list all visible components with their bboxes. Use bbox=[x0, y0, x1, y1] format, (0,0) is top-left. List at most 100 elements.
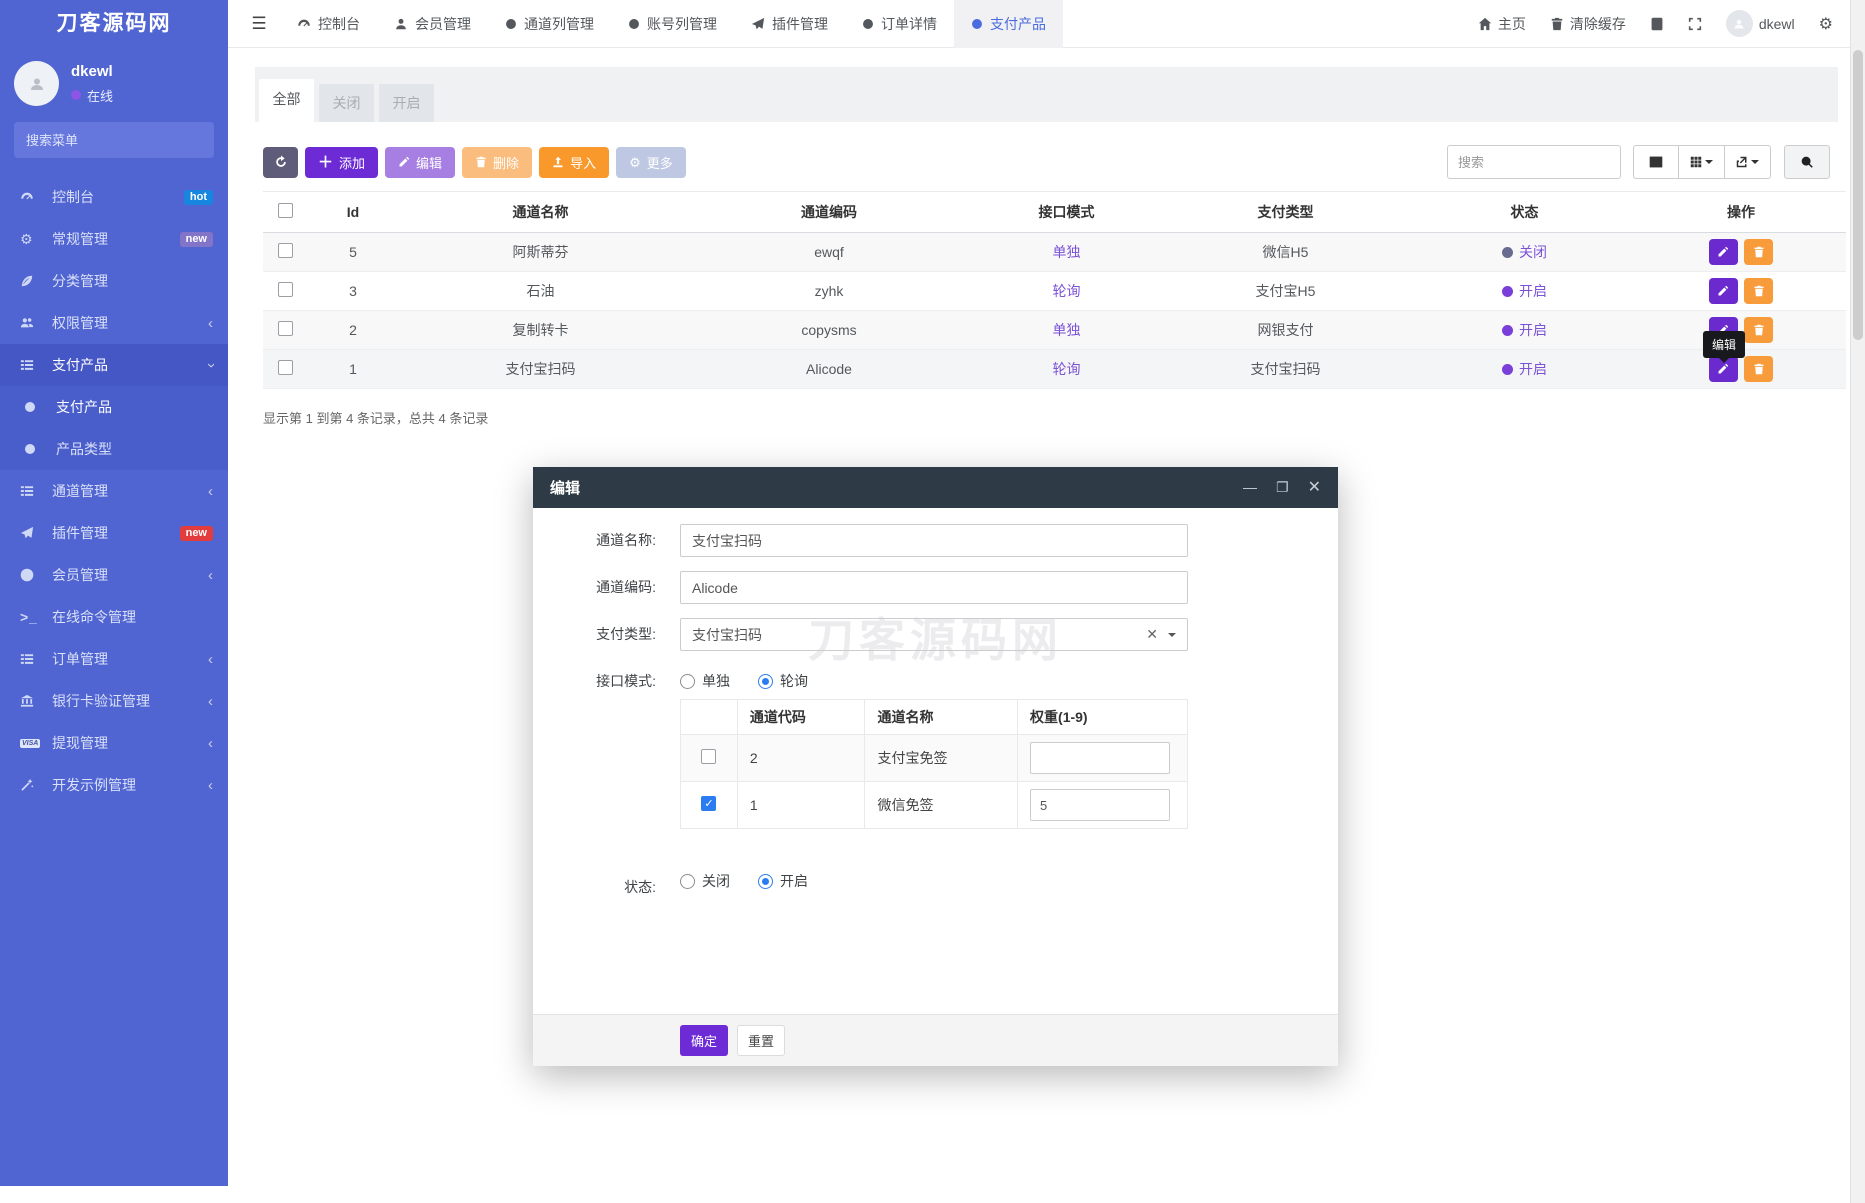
edit-button[interactable]: 编辑 bbox=[385, 147, 455, 178]
row-delete-button[interactable] bbox=[1744, 317, 1773, 343]
hamburger-icon[interactable]: ☰ bbox=[238, 14, 280, 34]
detail-view-button[interactable] bbox=[1633, 145, 1679, 179]
sub-row-checkbox[interactable] bbox=[701, 749, 716, 764]
menu-search[interactable] bbox=[14, 122, 214, 158]
close-icon[interactable]: ✕ bbox=[1308, 480, 1321, 496]
sidebar-item-category[interactable]: 分类管理 bbox=[0, 260, 228, 302]
sidebar-item-members[interactable]: 会员管理 ‹ bbox=[0, 554, 228, 596]
row-checkbox[interactable] bbox=[278, 282, 293, 297]
sidebar-item-payment-products-sub[interactable]: 支付产品 bbox=[0, 386, 228, 428]
sidebar-item-withdrawals[interactable]: VISA 提现管理 ‹ bbox=[0, 722, 228, 764]
sidebar-item-channels[interactable]: 通道管理 ‹ bbox=[0, 470, 228, 512]
menu-search-input[interactable] bbox=[26, 133, 202, 148]
clear-icon[interactable]: ✕ bbox=[1146, 626, 1158, 643]
mode-link[interactable]: 单独 bbox=[1053, 322, 1081, 338]
weight-input[interactable] bbox=[1030, 742, 1170, 774]
sidebar-item-online-commands[interactable]: >_ 在线命令管理 bbox=[0, 596, 228, 638]
sidebar-item-label: 支付产品 bbox=[56, 397, 112, 417]
col-header-mode[interactable]: 接口模式 bbox=[975, 192, 1158, 233]
col-header-status[interactable]: 状态 bbox=[1413, 192, 1636, 233]
topnav-plugins[interactable]: 插件管理 bbox=[734, 0, 845, 48]
topnav-dashboard[interactable]: 控制台 bbox=[280, 0, 377, 48]
mode-link[interactable]: 单独 bbox=[1053, 244, 1081, 260]
sidebar-item-dev-examples[interactable]: 开发示例管理 ‹ bbox=[0, 764, 228, 806]
modal-header[interactable]: 编辑 — ❐ ✕ bbox=[533, 467, 1338, 508]
mode-link[interactable]: 轮询 bbox=[1053, 283, 1081, 299]
channel-code-input[interactable] bbox=[680, 571, 1188, 604]
col-header-id[interactable]: Id bbox=[308, 192, 398, 233]
sidebar-item-general[interactable]: ⚙ 常规管理 new bbox=[0, 218, 228, 260]
import-button[interactable]: 导入 bbox=[539, 147, 609, 178]
radio-icon[interactable] bbox=[680, 874, 695, 889]
clear-cache-button[interactable]: 清除缓存 bbox=[1550, 14, 1626, 34]
radio-icon[interactable] bbox=[680, 674, 695, 689]
row-delete-button[interactable] bbox=[1744, 239, 1773, 265]
sidebar-item-plugins[interactable]: 插件管理 new bbox=[0, 512, 228, 554]
status-option-open[interactable]: 开启 bbox=[758, 871, 808, 891]
app-logo: 刀客源码网 bbox=[0, 0, 228, 48]
status-badge[interactable]: 开启 bbox=[1502, 281, 1547, 301]
search-button[interactable] bbox=[1784, 145, 1830, 179]
status-badge[interactable]: 关闭 bbox=[1502, 242, 1547, 262]
col-header-code[interactable]: 通道编码 bbox=[683, 192, 975, 233]
delete-button[interactable]: 删除 bbox=[462, 147, 532, 178]
maximize-icon[interactable]: ❐ bbox=[1276, 480, 1289, 496]
pay-type-select[interactable]: 支付宝扫码 ✕ bbox=[680, 618, 1188, 651]
docs-button[interactable] bbox=[1650, 17, 1664, 31]
select-all-checkbox[interactable] bbox=[278, 203, 293, 218]
row-checkbox[interactable] bbox=[278, 243, 293, 258]
topnav-payment-products[interactable]: 支付产品 bbox=[954, 0, 1063, 48]
row-checkbox[interactable] bbox=[278, 321, 293, 336]
row-edit-button[interactable] bbox=[1709, 278, 1738, 304]
radio-icon[interactable] bbox=[758, 674, 773, 689]
topnav-account-list[interactable]: 账号列管理 bbox=[611, 0, 734, 48]
more-button[interactable]: ⚙更多 bbox=[616, 147, 686, 178]
status-option-closed[interactable]: 关闭 bbox=[680, 871, 730, 891]
channel-name-input[interactable] bbox=[680, 524, 1188, 557]
home-button[interactable]: 主页 bbox=[1478, 14, 1526, 34]
status-badge[interactable]: 开启 bbox=[1502, 359, 1547, 379]
scrollbar-thumb[interactable] bbox=[1853, 50, 1863, 340]
sidebar-item-orders[interactable]: 订单管理 ‹ bbox=[0, 638, 228, 680]
user-menu[interactable]: dkewl bbox=[1726, 10, 1795, 37]
tab-closed[interactable]: 关闭 bbox=[319, 84, 374, 122]
tab-all[interactable]: 全部 bbox=[259, 79, 314, 122]
radio-icon[interactable] bbox=[758, 874, 773, 889]
col-header-type[interactable]: 支付类型 bbox=[1158, 192, 1413, 233]
refresh-icon bbox=[274, 155, 288, 169]
row-checkbox[interactable] bbox=[278, 360, 293, 375]
row-delete-button[interactable] bbox=[1744, 356, 1773, 382]
export-button[interactable] bbox=[1725, 145, 1771, 179]
avatar[interactable] bbox=[14, 61, 59, 106]
fullscreen-button[interactable] bbox=[1688, 17, 1702, 31]
refresh-button[interactable] bbox=[263, 147, 298, 178]
row-delete-button[interactable] bbox=[1744, 278, 1773, 304]
sidebar-item-bankcard-verify[interactable]: 银行卡验证管理 ‹ bbox=[0, 680, 228, 722]
table-search-input[interactable] bbox=[1447, 145, 1621, 179]
confirm-button[interactable]: 确定 bbox=[680, 1025, 728, 1056]
sidebar-item-permissions[interactable]: 权限管理 ‹ bbox=[0, 302, 228, 344]
col-header-name[interactable]: 通道名称 bbox=[398, 192, 683, 233]
topnav-order-detail[interactable]: 订单详情 bbox=[845, 0, 954, 48]
reset-button[interactable]: 重置 bbox=[737, 1025, 785, 1056]
mode-option-single[interactable]: 单独 bbox=[680, 671, 730, 691]
tab-open[interactable]: 开启 bbox=[379, 84, 434, 122]
sub-row-checkbox[interactable] bbox=[701, 796, 716, 811]
row-edit-button[interactable] bbox=[1709, 239, 1738, 265]
sidebar-item-dashboard[interactable]: 控制台 hot bbox=[0, 176, 228, 218]
topnav-channel-list[interactable]: 通道列管理 bbox=[488, 0, 611, 48]
weight-input[interactable] bbox=[1030, 789, 1170, 821]
settings-gear-icon[interactable]: ⚙ bbox=[1819, 14, 1833, 34]
minimize-icon[interactable]: — bbox=[1243, 480, 1257, 496]
list-icon bbox=[20, 652, 44, 666]
status-badge[interactable]: 开启 bbox=[1502, 320, 1547, 340]
mode-link[interactable]: 轮询 bbox=[1053, 361, 1081, 377]
mode-option-polling[interactable]: 轮询 bbox=[758, 671, 808, 691]
sidebar-item-payment-products[interactable]: 支付产品 ‹ bbox=[0, 344, 228, 386]
scrollbar[interactable] bbox=[1850, 0, 1865, 1203]
sidebar-item-product-types[interactable]: 产品类型 bbox=[0, 428, 228, 470]
payment-products-panel: 全部 关闭 开启 ＋添加 编辑 bbox=[255, 67, 1838, 463]
columns-button[interactable] bbox=[1679, 145, 1725, 179]
topnav-members[interactable]: 会员管理 bbox=[377, 0, 488, 48]
add-button[interactable]: ＋添加 bbox=[305, 147, 378, 178]
